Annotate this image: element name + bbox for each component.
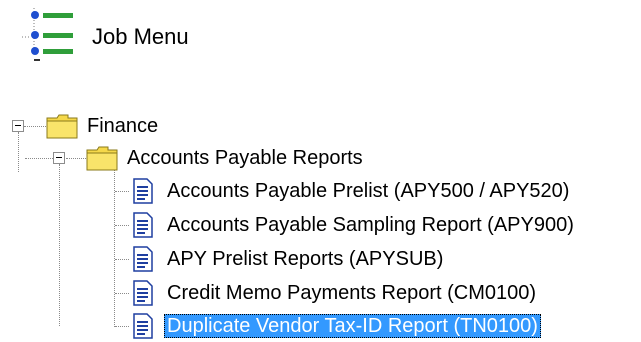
tree-connector (115, 293, 129, 294)
collapse-toggle-finance[interactable] (12, 120, 24, 132)
job-menu-title: Job Menu (92, 24, 189, 49)
tree-node-report[interactable]: Accounts Payable Prelist (APY500 / APY52… (164, 179, 572, 203)
tree-node-report-selected[interactable]: Duplicate Vendor Tax-ID Report (TN0100) (164, 314, 541, 338)
folder-icon (86, 146, 118, 171)
tree-connector (115, 326, 129, 327)
tree-connector (59, 164, 60, 326)
tree-connector (115, 225, 129, 226)
report-document-icon (133, 212, 153, 238)
tree-connector (115, 191, 129, 192)
folder-icon (46, 114, 78, 139)
report-document-icon (133, 313, 153, 339)
job-menu-list-icon (22, 8, 73, 61)
report-document-icon (133, 246, 153, 272)
tree-node-report[interactable]: Accounts Payable Sampling Report (APY900… (164, 213, 577, 237)
report-document-icon (133, 280, 153, 306)
tree-connector (66, 158, 86, 159)
tree-node-report[interactable]: APY Prelist Reports (APYSUB) (164, 247, 446, 271)
tree-connector (115, 259, 129, 260)
tree-connector (25, 158, 53, 159)
collapse-toggle-accounts-payable-reports[interactable] (53, 152, 65, 164)
tree-connector (24, 126, 46, 127)
tree-node-accounts-payable-reports[interactable]: Accounts Payable Reports (124, 146, 366, 170)
report-document-icon (133, 178, 153, 204)
tree-connector (18, 132, 19, 172)
tree-node-report[interactable]: Credit Memo Payments Report (CM0100) (164, 281, 539, 305)
tree-node-finance[interactable]: Finance (84, 114, 161, 138)
tree-connector (114, 170, 115, 327)
job-menu-header: Job Menu (22, 0, 282, 70)
